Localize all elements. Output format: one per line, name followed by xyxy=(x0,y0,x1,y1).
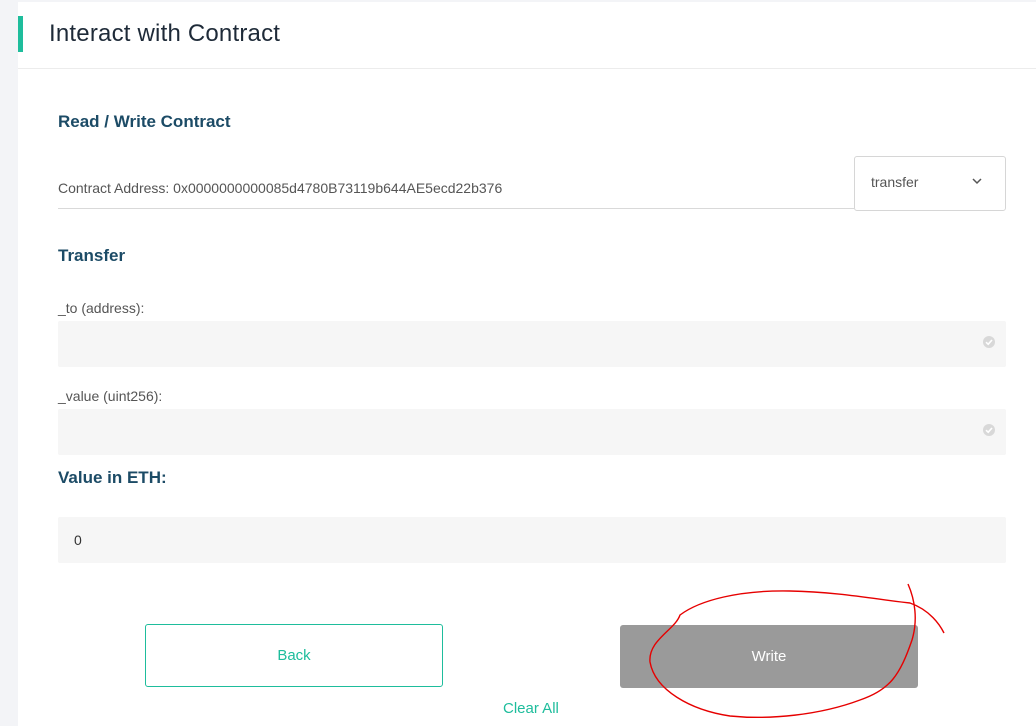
value-uint-field xyxy=(58,409,1006,455)
to-address-label: _to (address): xyxy=(58,300,145,316)
value-eth-field xyxy=(58,517,1006,563)
contract-address-field: Contract Address: 0x0000000000085d4780B7… xyxy=(58,156,854,209)
page-title: Interact with Contract xyxy=(49,20,281,47)
check-circle-icon xyxy=(983,424,995,436)
check-circle-icon xyxy=(983,336,995,348)
write-button[interactable]: Write xyxy=(620,625,918,688)
accent-bar xyxy=(18,16,23,52)
to-address-input[interactable] xyxy=(58,321,990,367)
function-title: Transfer xyxy=(58,246,126,265)
value-eth-input[interactable] xyxy=(58,517,990,563)
to-address-field xyxy=(58,321,1006,367)
interact-contract-card: Interact with Contract Read / Write Cont… xyxy=(18,2,1036,726)
back-button[interactable]: Back xyxy=(145,624,443,687)
clear-all-link[interactable]: Clear All xyxy=(503,700,559,717)
value-uint-input[interactable] xyxy=(58,409,990,455)
function-select[interactable]: transfer xyxy=(854,156,1006,211)
section-title: Read / Write Contract xyxy=(58,112,231,131)
chevron-down-icon xyxy=(972,178,982,185)
function-select-value: transfer xyxy=(871,174,919,190)
contract-address-text: Contract Address: 0x0000000000085d4780B7… xyxy=(58,180,503,196)
value-eth-label: Value in ETH: xyxy=(58,468,167,487)
card-header: Interact with Contract xyxy=(18,2,1036,69)
value-uint-label: _value (uint256): xyxy=(58,388,163,404)
